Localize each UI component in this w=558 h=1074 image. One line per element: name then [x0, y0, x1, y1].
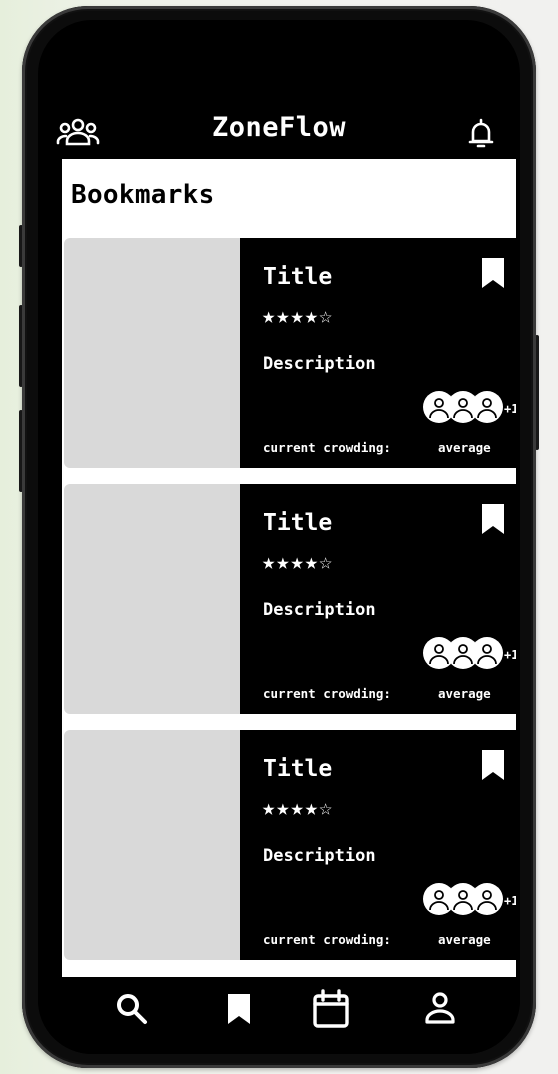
card-body: Title ★★★★☆ Description +1 current crowd…: [240, 238, 516, 468]
crowd-avatars-icon: [422, 636, 504, 674]
bookmark-card[interactable]: Title ★★★★☆ Description +1 current crowd…: [64, 730, 516, 960]
phone-frame: ZoneFlow Bookmarks Title ★★★★☆ Descripti…: [22, 6, 536, 1068]
card-description: Description: [263, 354, 376, 374]
search-icon[interactable]: [115, 992, 149, 1030]
rating-stars: ★★★★☆: [262, 304, 334, 329]
rating-stars: ★★★★☆: [262, 550, 334, 575]
card-title: Title: [263, 264, 333, 290]
app-title: ZoneFlow: [211, 112, 347, 143]
crowding-label: current crowding:: [263, 440, 391, 455]
crowd-extra-count: +1: [504, 648, 516, 662]
bookmarks-list: Bookmarks Title ★★★★☆ Description +1 cur…: [62, 159, 516, 977]
bottom-nav: [38, 977, 520, 1054]
crowd-avatars-icon: [422, 882, 504, 920]
card-image-placeholder: [64, 730, 240, 960]
card-description: Description: [263, 846, 376, 866]
bookmark-icon[interactable]: [227, 993, 251, 1029]
crowd-extra-count: +1: [504, 894, 516, 908]
page-title: Bookmarks: [71, 180, 215, 210]
crowding-label: current crowding:: [263, 932, 391, 947]
rating-stars: ★★★★☆: [262, 796, 334, 821]
crowding-value: average: [438, 932, 491, 947]
bookmark-icon[interactable]: [480, 748, 506, 786]
crowding-value: average: [438, 686, 491, 701]
profile-icon[interactable]: [424, 991, 456, 1029]
card-title: Title: [263, 756, 333, 782]
bookmark-card[interactable]: Title ★★★★☆ Description +1 current crowd…: [64, 484, 516, 714]
card-image-placeholder: [64, 238, 240, 468]
card-description: Description: [263, 600, 376, 620]
crowd-extra-count: +1: [504, 402, 516, 416]
bookmark-icon[interactable]: [480, 256, 506, 294]
bookmark-icon[interactable]: [480, 502, 506, 540]
calendar-icon[interactable]: [312, 989, 350, 1033]
screen: ZoneFlow Bookmarks Title ★★★★☆ Descripti…: [38, 20, 520, 1054]
card-body: Title ★★★★☆ Description +1 current crowd…: [240, 484, 516, 714]
card-title: Title: [263, 510, 333, 536]
crowd-avatars-icon: [422, 390, 504, 428]
bookmark-card[interactable]: Title ★★★★☆ Description +1 current crowd…: [64, 238, 516, 468]
crowding-label: current crowding:: [263, 686, 391, 701]
top-bar: ZoneFlow: [38, 20, 520, 159]
card-body: Title ★★★★☆ Description +1 current crowd…: [240, 730, 516, 960]
card-image-placeholder: [64, 484, 240, 714]
crowding-value: average: [438, 440, 491, 455]
bell-icon[interactable]: [468, 117, 494, 153]
